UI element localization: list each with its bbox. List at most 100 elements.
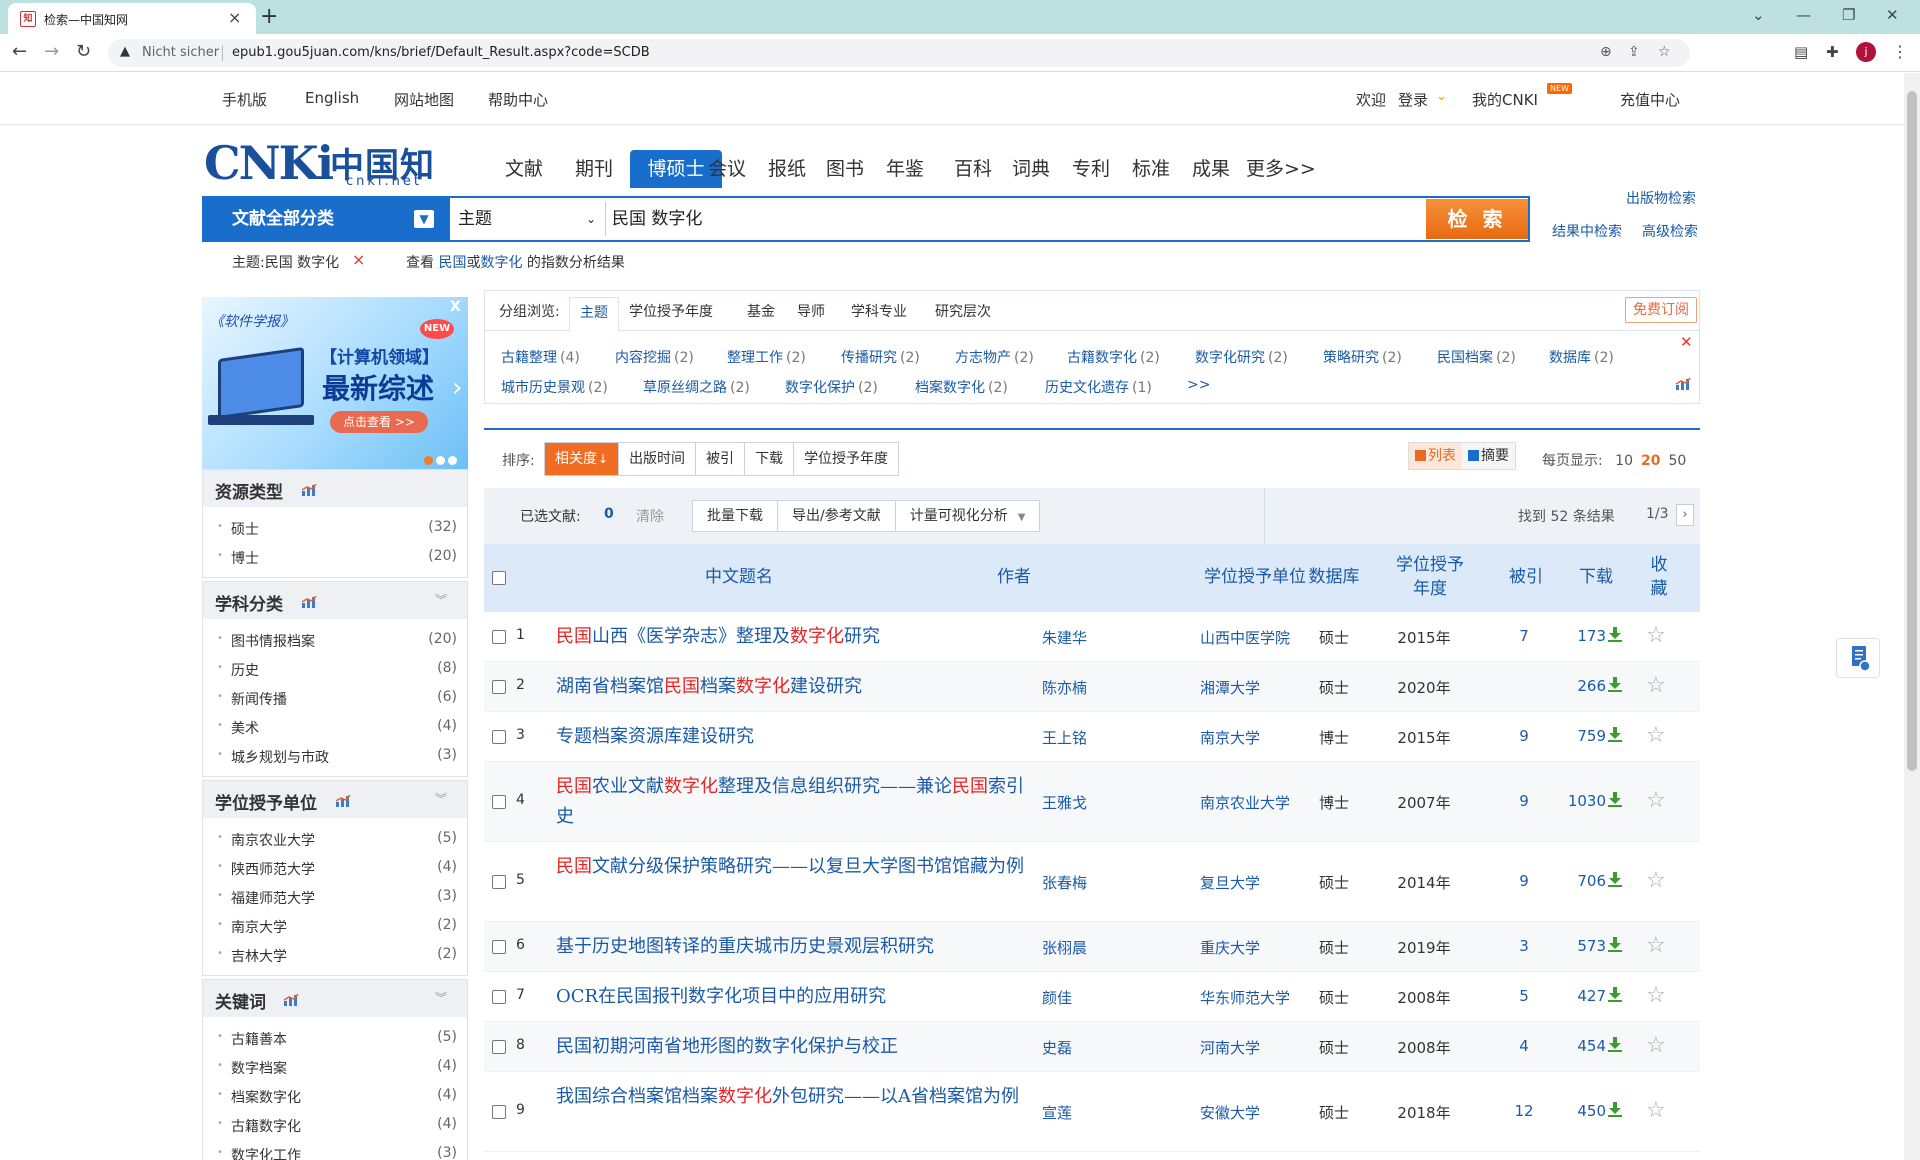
- sort-option[interactable]: 被引: [696, 443, 746, 475]
- page-scrollbar[interactable]: [1904, 73, 1920, 1160]
- chevron-down-icon[interactable]: ⌄: [1436, 89, 1447, 104]
- download-icon[interactable]: [1608, 937, 1622, 953]
- author-link[interactable]: 张栩晨: [1042, 937, 1087, 958]
- download-icon[interactable]: [1608, 792, 1622, 808]
- download-icon[interactable]: [1608, 627, 1622, 643]
- trend-chart-icon[interactable]: [301, 484, 317, 496]
- nav-tab[interactable]: 百科: [950, 150, 996, 188]
- tab-search-icon[interactable]: ⌄: [1752, 6, 1765, 24]
- trend-chart-icon[interactable]: [335, 795, 351, 807]
- col-download[interactable]: 下载: [1576, 566, 1616, 588]
- unit-link[interactable]: 华东师范大学: [1200, 987, 1290, 1008]
- category-button[interactable]: 文献全部分类 ▼: [204, 198, 450, 240]
- browser-tab[interactable]: 知 检索—中国知网 ×: [8, 3, 256, 34]
- facet-header[interactable]: 资源类型: [203, 469, 467, 507]
- recharge-link[interactable]: 充值中心: [1620, 89, 1680, 110]
- author-link[interactable]: 陈亦楠: [1042, 677, 1087, 698]
- unit-link[interactable]: 重庆大学: [1200, 937, 1260, 958]
- carousel-dot[interactable]: [436, 456, 445, 465]
- author-link[interactable]: 宣莲: [1042, 1102, 1072, 1123]
- row-checkbox[interactable]: [492, 680, 506, 694]
- zoom-icon[interactable]: ⊕: [1600, 44, 1612, 60]
- profile-avatar[interactable]: j: [1856, 42, 1876, 62]
- unit-link[interactable]: 山西中医学院: [1200, 627, 1290, 648]
- unit-link[interactable]: 南京大学: [1200, 727, 1260, 748]
- sort-option[interactable]: 下载: [745, 443, 795, 475]
- result-title-link[interactable]: 基于历史地图转译的重庆城市历史景观层积研究: [556, 932, 1026, 962]
- download-icon[interactable]: [1608, 1037, 1622, 1053]
- window-close-icon[interactable]: ✕: [1886, 6, 1899, 24]
- address-bar[interactable]: ▲ Nicht sicher epub1.gou5juan.com/kns/br…: [108, 39, 1690, 67]
- favorite-star-icon[interactable]: ☆: [1646, 723, 1666, 748]
- extensions-icon[interactable]: ✚: [1826, 43, 1839, 61]
- trend-chart-icon[interactable]: [283, 994, 299, 1006]
- download-count[interactable]: 573: [1556, 937, 1606, 955]
- group-chip[interactable]: 数据库 (2): [1549, 347, 1614, 367]
- remove-condition-icon[interactable]: ×: [352, 250, 365, 269]
- group-chip[interactable]: >>: [1187, 377, 1213, 393]
- mobile-link[interactable]: 手机版: [222, 89, 267, 110]
- cited-count[interactable]: 7: [1504, 627, 1544, 645]
- facet-item[interactable]: • 数字化工作 (3): [203, 1139, 467, 1160]
- cited-count[interactable]: 4: [1504, 1037, 1544, 1055]
- subscribe-button[interactable]: 免费订阅: [1625, 297, 1697, 323]
- group-tab[interactable]: 研究层次: [935, 301, 991, 321]
- facet-item[interactable]: • 城乡规划与市政 (3): [203, 741, 467, 770]
- result-title-link[interactable]: 民国山西《医学杂志》整理及数字化研究: [556, 622, 1026, 652]
- new-tab-icon[interactable]: +: [260, 4, 278, 29]
- search-in-results-link[interactable]: 结果中检索: [1552, 221, 1622, 241]
- facet-item[interactable]: • 南京农业大学 (5): [203, 824, 467, 853]
- carousel-dot[interactable]: [448, 456, 457, 465]
- abstract-view-button[interactable]: 摘要: [1462, 443, 1515, 469]
- download-count[interactable]: 450: [1556, 1102, 1606, 1120]
- result-title-link[interactable]: 我国综合档案馆档案数字化外包研究——以A省档案馆为例: [556, 1082, 1026, 1112]
- download-count[interactable]: 266: [1556, 677, 1606, 695]
- sitemap-link[interactable]: 网站地图: [394, 89, 454, 110]
- batch-action-button[interactable]: 导出/参考文献: [778, 501, 896, 531]
- search-field-select[interactable]: 主题 ⌄: [454, 202, 606, 236]
- url-text[interactable]: epub1.gou5juan.com/kns/brief/Default_Res…: [232, 45, 650, 60]
- row-checkbox[interactable]: [492, 875, 506, 889]
- batch-action-button[interactable]: 计量可视化分析 ▼: [896, 501, 1040, 531]
- facet-header[interactable]: 学位授予单位 ︾: [203, 780, 467, 818]
- group-chip[interactable]: 数字化保护 (2): [785, 377, 878, 397]
- group-tab[interactable]: 学位授予年度: [629, 301, 713, 321]
- clear-selection-link[interactable]: 清除: [636, 506, 664, 526]
- cnki-logo[interactable]: CNKi 中国知网 cnki.net: [204, 134, 458, 235]
- login-link[interactable]: 登录: [1398, 89, 1428, 110]
- author-link[interactable]: 王上铭: [1042, 727, 1087, 748]
- download-count[interactable]: 427: [1556, 987, 1606, 1005]
- col-year-line1[interactable]: 学位授予: [1390, 554, 1470, 576]
- col-title[interactable]: 中文题名: [684, 566, 794, 588]
- facet-item[interactable]: • 图书情报档案 (20): [203, 625, 467, 654]
- unit-link[interactable]: 湘潭大学: [1200, 677, 1260, 698]
- nav-tab[interactable]: 更多>>: [1246, 150, 1316, 188]
- download-icon[interactable]: [1608, 677, 1622, 693]
- trend-chart-icon[interactable]: [301, 596, 317, 608]
- per-page-option[interactable]: 10: [1615, 453, 1633, 469]
- group-chip[interactable]: 草原丝绸之路 (2): [643, 377, 750, 397]
- unit-link[interactable]: 复旦大学: [1200, 872, 1260, 893]
- unit-link[interactable]: 南京农业大学: [1200, 792, 1290, 813]
- group-chip[interactable]: 古籍整理 (4): [501, 347, 580, 367]
- nav-tab[interactable]: 专利: [1068, 150, 1114, 188]
- row-checkbox[interactable]: [492, 990, 506, 1004]
- advanced-search-link[interactable]: 高级检索: [1642, 221, 1698, 241]
- menu-icon[interactable]: ⋮: [1892, 42, 1908, 61]
- cited-count[interactable]: 9: [1504, 727, 1544, 745]
- nav-tab[interactable]: 图书: [822, 150, 868, 188]
- unit-link[interactable]: 河南大学: [1200, 1037, 1260, 1058]
- facet-item[interactable]: • 古籍数字化 (4): [203, 1110, 467, 1139]
- chevron-down-icon[interactable]: ▼: [414, 210, 434, 228]
- row-checkbox[interactable]: [492, 940, 506, 954]
- group-chip[interactable]: 城市历史景观 (2): [501, 377, 608, 397]
- author-link[interactable]: 朱建华: [1042, 627, 1087, 648]
- group-chip[interactable]: 内容挖掘 (2): [615, 347, 694, 367]
- facet-item[interactable]: • 古籍善本 (5): [203, 1023, 467, 1052]
- group-chip[interactable]: 档案数字化 (2): [915, 377, 1008, 397]
- result-title-link[interactable]: 湖南省档案馆民国档案数字化建设研究: [556, 672, 1026, 702]
- analysis-term-link[interactable]: 民国: [438, 255, 466, 271]
- facet-item[interactable]: • 南京大学 (2): [203, 911, 467, 940]
- row-checkbox[interactable]: [492, 1105, 506, 1119]
- sort-option[interactable]: 学位授予年度: [794, 443, 898, 475]
